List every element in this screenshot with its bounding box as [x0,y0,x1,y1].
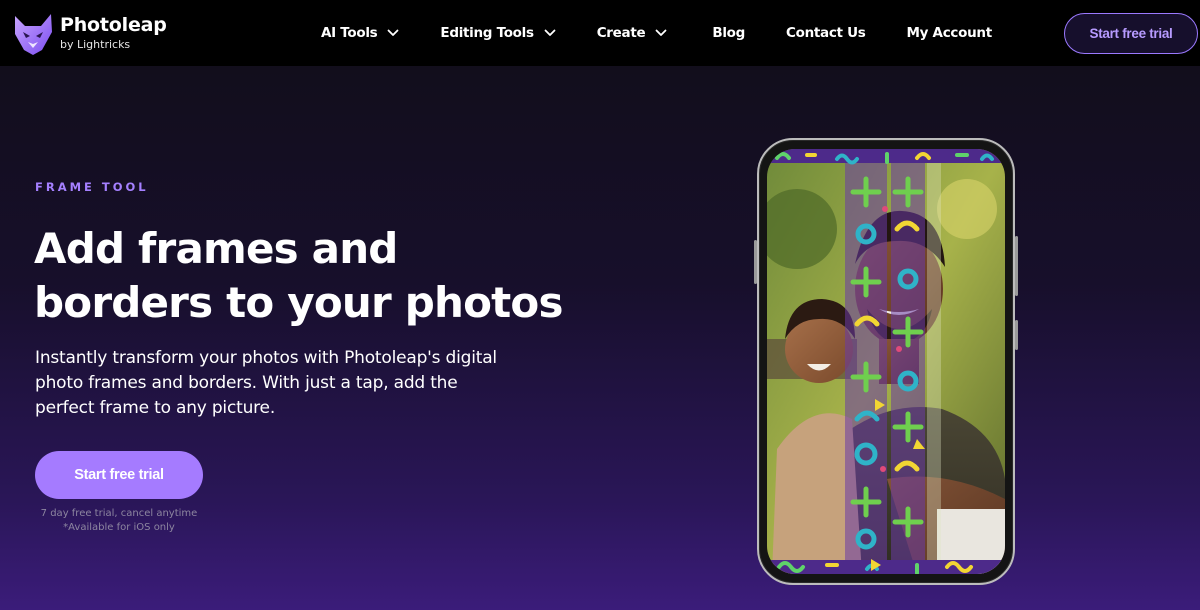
phone-side-button [1015,320,1018,350]
hero-headline-line2: borders to your photos [34,278,563,327]
hero-start-trial-button[interactable]: Start free trial [35,451,203,499]
top-nav: Photoleap by Lightricks AI Tools Editing… [0,0,1200,66]
ios-note: *Available for iOS only [63,522,175,533]
hero-subtitle: Instantly transform your photos with Pho… [35,348,497,418]
nav-create-label: Create [596,25,646,41]
hero-eyebrow: FRAME TOOL [35,180,149,194]
nav-create[interactable]: Create [597,25,668,41]
hero-headline-line1: Add frames and [34,224,398,273]
nav-blog[interactable]: Blog [712,25,745,41]
phone-side-button [754,240,757,284]
nav-blog-label: Blog [712,25,745,41]
trial-note: 7 day free trial, cancel anytime [40,508,198,519]
hero-section: FRAME TOOL Add frames and borders to you… [0,66,1200,610]
phone-screen-photo [767,149,1005,574]
chevron-down-icon [544,29,556,36]
brand-name: Photoleap [60,14,167,36]
nav-my-account-label: My Account [906,25,993,41]
chevron-down-icon [388,29,399,36]
nav-contact-us[interactable]: Contact Us [786,25,866,41]
nav-editing-tools[interactable]: Editing Tools [440,25,556,41]
nav-my-account[interactable]: My Account [906,25,993,41]
hero-headline: Add frames and borders to your photos [34,222,594,330]
nav-editing-tools-label: Editing Tools [440,25,534,41]
nav-ai-tools[interactable]: AI Tools [321,25,399,41]
nav-ai-tools-label: AI Tools [321,25,378,41]
hero-fine-print: 7 day free trial, cancel anytime *Availa… [35,507,203,535]
phone-mockup [754,138,1018,585]
brand-text: Photoleap by Lightricks [60,14,167,51]
brand-sub: by Lightricks [60,38,131,51]
brand-logo[interactable]: Photoleap by Lightricks [12,10,167,56]
fox-mask-logo-icon [15,14,52,55]
main-menu: AI Tools Editing Tools Create Blog Conta… [321,0,992,66]
phone-side-button [1015,236,1018,296]
nav-start-trial-button[interactable]: Start free trial [1064,13,1198,54]
nav-contact-us-label: Contact Us [786,25,866,41]
framed-photo-image [767,149,1005,574]
chevron-down-icon [655,29,667,36]
